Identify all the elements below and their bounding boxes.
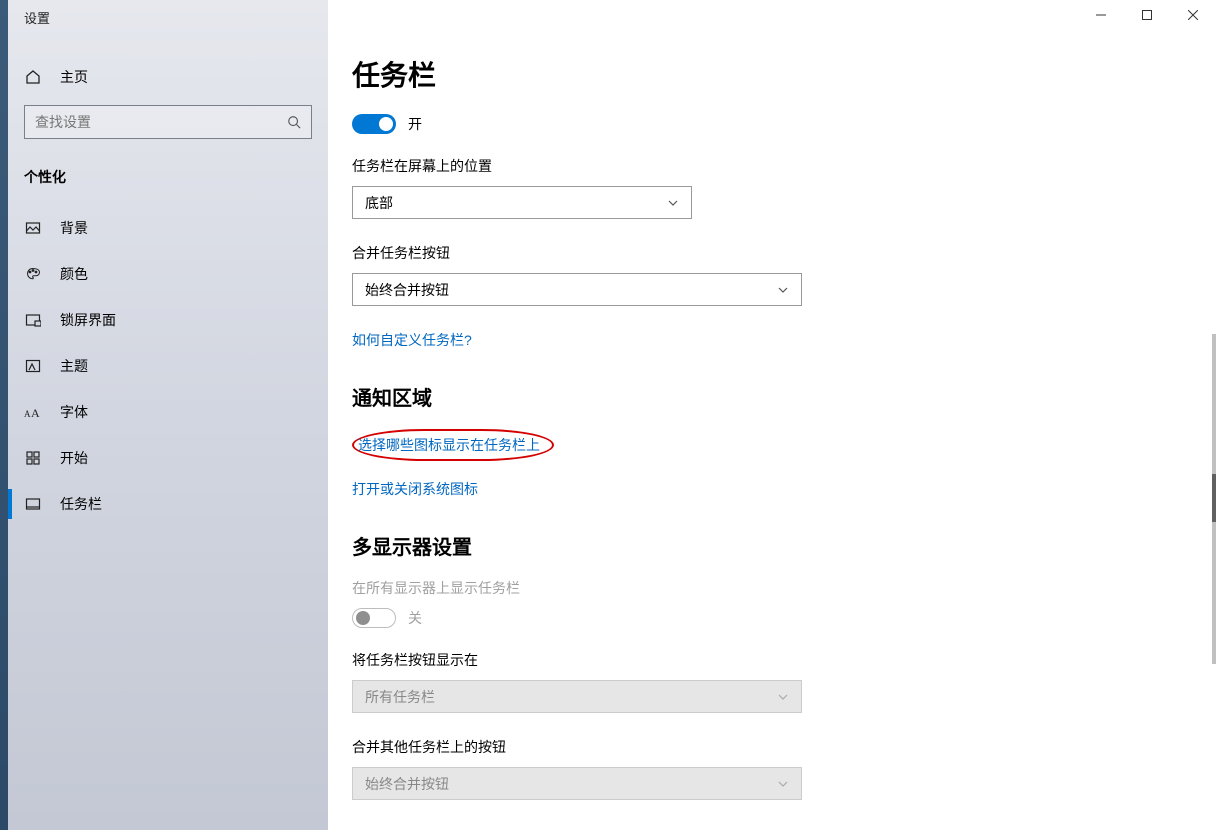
nav-item-fonts[interactable]: AA 字体: [8, 389, 328, 435]
multi-combine-value: 始终合并按钮: [365, 774, 449, 794]
nav-list: 背景 颜色 锁屏界面 主题: [8, 205, 328, 527]
chevron-down-icon: [777, 691, 789, 703]
chevron-down-icon: [667, 197, 679, 209]
chevron-down-icon: [777, 284, 789, 296]
minimize-button[interactable]: [1078, 0, 1124, 30]
content: 任务栏 开 任务栏在屏幕上的位置 底部 合并任务栏按钮 始终合并按钮: [328, 34, 1148, 830]
nav-item-themes[interactable]: 主题: [8, 343, 328, 389]
multi-combine-label: 合并其他任务栏上的按钮: [352, 737, 1124, 757]
notification-heading: 通知区域: [352, 382, 1124, 411]
app-title: 设置: [8, 0, 328, 27]
scrollbar-thumb[interactable]: [1212, 474, 1216, 522]
titlebar: [328, 0, 1216, 34]
main-panel: 任务栏 开 任务栏在屏幕上的位置 底部 合并任务栏按钮 始终合并按钮: [328, 0, 1216, 830]
nav-label: 字体: [60, 402, 88, 422]
desktop-edge: [0, 0, 8, 830]
help-link[interactable]: 如何自定义任务栏?: [352, 330, 472, 350]
nav-item-lockscreen[interactable]: 锁屏界面: [8, 297, 328, 343]
multi-toggle-row: 关: [352, 608, 1124, 628]
palette-icon: [24, 266, 42, 282]
multi-combine-dropdown: 始终合并按钮: [352, 767, 802, 800]
nav-label: 主题: [60, 356, 88, 376]
multi-toggle: [352, 608, 396, 628]
scrollbar-track[interactable]: [1212, 334, 1216, 664]
multimonitor-heading: 多显示器设置: [352, 531, 1124, 560]
multi-where-label: 将任务栏按钮显示在: [352, 650, 1124, 670]
combine-dropdown[interactable]: 始终合并按钮: [352, 273, 802, 306]
position-label: 任务栏在屏幕上的位置: [352, 156, 1124, 176]
picture-icon: [24, 220, 42, 236]
nav-label: 锁屏界面: [60, 310, 116, 330]
nav-item-taskbar[interactable]: 任务栏: [8, 481, 328, 527]
nav-label: 颜色: [60, 264, 88, 284]
nav-item-colors[interactable]: 颜色: [8, 251, 328, 297]
theme-icon: [24, 358, 42, 374]
multi-show-label: 在所有显示器上显示任务栏: [352, 578, 1124, 598]
start-icon: [24, 450, 42, 466]
multi-toggle-state: 关: [408, 608, 422, 628]
annotation-circle: 选择哪些图标显示在任务栏上: [352, 429, 554, 461]
content-scroll[interactable]: 任务栏 开 任务栏在屏幕上的位置 底部 合并任务栏按钮 始终合并按钮: [328, 34, 1216, 830]
system-icons-link[interactable]: 打开或关闭系统图标: [352, 479, 478, 499]
nav-label: 开始: [60, 448, 88, 468]
page-title: 任务栏: [352, 54, 1124, 94]
nav-label: 任务栏: [60, 494, 102, 514]
sidebar: 设置 主页 个性化: [8, 0, 328, 830]
lockscreen-icon: [24, 312, 42, 328]
svg-text:A: A: [31, 406, 40, 420]
home-label: 主页: [60, 67, 88, 87]
taskbar-icon: [24, 496, 42, 512]
nav-label: 背景: [60, 218, 88, 238]
svg-text:A: A: [24, 409, 31, 419]
window-root: 设置 主页 个性化: [0, 0, 1216, 830]
select-icons-link[interactable]: 选择哪些图标显示在任务栏上: [358, 435, 540, 455]
search-icon: [287, 115, 301, 129]
position-dropdown[interactable]: 底部: [352, 186, 692, 219]
close-button[interactable]: [1170, 0, 1216, 30]
home-icon: [24, 69, 42, 85]
sidebar-home[interactable]: 主页: [8, 57, 328, 97]
search-box[interactable]: [24, 105, 312, 139]
maximize-button[interactable]: [1124, 0, 1170, 30]
sidebar-section-title: 个性化: [8, 139, 328, 205]
nav-item-start[interactable]: 开始: [8, 435, 328, 481]
combine-label: 合并任务栏按钮: [352, 243, 1124, 263]
position-value: 底部: [365, 193, 393, 213]
multi-where-dropdown: 所有任务栏: [352, 680, 802, 713]
search-input[interactable]: [35, 114, 261, 130]
combine-value: 始终合并按钮: [365, 280, 449, 300]
nav-item-background[interactable]: 背景: [8, 205, 328, 251]
toggle-1[interactable]: [352, 114, 396, 134]
toggle-row-1: 开: [352, 114, 1124, 134]
chevron-down-icon: [777, 778, 789, 790]
font-icon: AA: [24, 404, 42, 420]
toggle-1-state: 开: [408, 114, 422, 134]
multi-where-value: 所有任务栏: [365, 687, 435, 707]
